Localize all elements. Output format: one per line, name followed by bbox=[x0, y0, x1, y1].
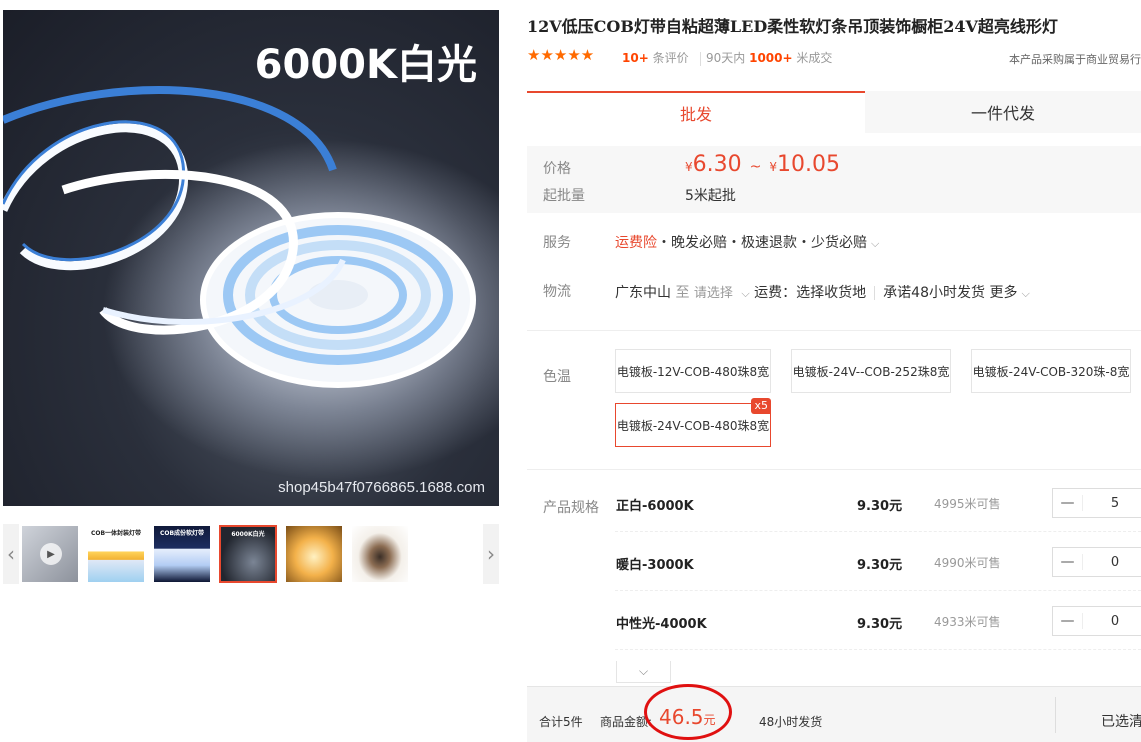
quantity-stepper[interactable]: — 5 bbox=[1052, 488, 1141, 518]
spec-row: 暖白-3000K 9.30元 4990米可售 — 0 bbox=[615, 533, 1141, 591]
color-option-4-selected[interactable]: 电镀板-24V-COB-480珠8宽 x5 bbox=[615, 398, 771, 447]
quantity-input[interactable]: 5 bbox=[1083, 496, 1141, 511]
thumbnail-video[interactable]: ▶ bbox=[21, 525, 79, 583]
spec-name: 正白-6000K bbox=[616, 499, 694, 514]
total-count: 合计5件 bbox=[539, 715, 583, 729]
sales-count: 1000+ bbox=[749, 51, 793, 65]
price-max: 10.05 bbox=[777, 152, 840, 177]
review-label: 条评价 bbox=[652, 51, 689, 65]
spec-stock: 4995米可售 bbox=[934, 497, 1001, 511]
thumbnail-strip: ‹ ▶ COB一体封装灯带 COB成份软灯带 6000K白光 › bbox=[3, 524, 499, 584]
quantity-input[interactable]: 0 bbox=[1083, 614, 1141, 629]
divider bbox=[527, 469, 1141, 470]
decrement-button[interactable]: — bbox=[1053, 554, 1083, 570]
tab-wholesale[interactable]: 批发 bbox=[527, 91, 865, 133]
review-count[interactable]: 10+ bbox=[622, 51, 649, 65]
purchase-mode-tabs: 批发 一件代发 bbox=[527, 91, 1141, 133]
star-rating-icon: ★★★★★ bbox=[527, 46, 595, 64]
spec-row: 中性光-4000K 9.30元 4933米可售 — 0 bbox=[615, 592, 1141, 650]
shipping-insurance: 运费险 bbox=[615, 235, 657, 251]
divider bbox=[527, 330, 1141, 331]
color-option-3[interactable]: 电镀板-24V-COB-320珠-8宽 bbox=[971, 349, 1131, 393]
annotation-circle bbox=[644, 684, 732, 740]
play-icon: ▶ bbox=[40, 543, 62, 565]
price-min: 6.30 bbox=[692, 152, 742, 177]
spec-name: 中性光-4000K bbox=[616, 617, 707, 632]
rating-row: ★★★★★ 10+ 条评价 90天内 1000+ 米成交 本产品采购属于商业贸易… bbox=[527, 46, 1141, 67]
ship-promise: 承诺48小时发货 bbox=[883, 285, 985, 301]
service-items[interactable]: 运费险・晚发必赔・极速退款・少货必赔 ⌵ bbox=[615, 232, 879, 252]
price-label: 价格 bbox=[543, 161, 571, 177]
decrement-button[interactable]: — bbox=[1053, 613, 1083, 629]
color-temp-badge: 6000K白光 bbox=[254, 42, 477, 88]
spec-name: 暖白-3000K bbox=[616, 558, 694, 573]
ship-time: 48小时发货 bbox=[759, 715, 823, 729]
chevron-down-icon: ⌵ bbox=[638, 664, 649, 678]
sales-period: 90天内 bbox=[706, 51, 746, 65]
shipping-fee: 运费：选择收货地 bbox=[754, 285, 867, 301]
spec-stock: 4933米可售 bbox=[934, 615, 1001, 629]
price-box: 价格 ¥6.30 ~ ¥10.05 起批量 5米起批 bbox=[527, 146, 1141, 213]
next-thumb-button[interactable]: › bbox=[483, 524, 499, 584]
destination-select[interactable]: 请选择 bbox=[694, 286, 733, 301]
selected-qty-badge: x5 bbox=[751, 398, 771, 414]
thumbnail-3[interactable]: COB成份软灯带 bbox=[153, 525, 211, 583]
chevron-down-icon[interactable]: ⌵ bbox=[1021, 287, 1029, 300]
thumbnail-4-selected[interactable]: 6000K白光 bbox=[219, 525, 277, 583]
service-label: 服务 bbox=[543, 235, 571, 251]
expand-specs-button[interactable]: ⌵ bbox=[616, 661, 671, 683]
spec-price: 9.30元 bbox=[857, 617, 903, 632]
quantity-stepper[interactable]: — 0 bbox=[1052, 547, 1141, 577]
moq-value: 5米起批 bbox=[685, 188, 736, 204]
color-temp-label: 色温 bbox=[543, 369, 571, 385]
thumbnail-2[interactable]: COB一体封装灯带 bbox=[87, 525, 145, 583]
spec-stock: 4990米可售 bbox=[934, 556, 1001, 570]
selected-list-button[interactable]: 已选清单 bbox=[1101, 711, 1141, 731]
spec-row: 正白-6000K 9.30元 4995米可售 — 5 bbox=[615, 474, 1141, 532]
chevron-down-icon[interactable]: ⌵ bbox=[741, 287, 749, 300]
service-row: 服务 运费险・晚发必赔・极速退款・少货必赔 ⌵ bbox=[527, 230, 1141, 252]
moq-label: 起批量 bbox=[543, 188, 585, 204]
price-range: ¥6.30 ~ ¥10.05 bbox=[685, 152, 840, 177]
spec-label: 产品规格 bbox=[543, 500, 599, 516]
chevron-down-icon: ⌵ bbox=[871, 237, 880, 250]
main-product-image[interactable]: 6000K白光 shop45b47f0766865.1688.com bbox=[3, 10, 499, 506]
spec-price: 9.30元 bbox=[857, 499, 903, 514]
logistics-label: 物流 bbox=[543, 284, 571, 300]
quantity-stepper[interactable]: — 0 bbox=[1052, 606, 1141, 636]
logistics-row: 物流 广东中山 至 请选择 ⌵ 运费：选择收货地 承诺48小时发货 更多 ⌵ bbox=[527, 279, 1141, 303]
tab-dropship[interactable]: 一件代发 bbox=[865, 91, 1141, 133]
spec-price: 9.30元 bbox=[857, 558, 903, 573]
quantity-input[interactable]: 0 bbox=[1083, 555, 1141, 570]
more-logistics-link[interactable]: 更多 bbox=[989, 285, 1017, 301]
ship-origin: 广东中山 bbox=[615, 285, 671, 301]
trade-notice: 本产品采购属于商业贸易行 bbox=[1009, 53, 1141, 66]
shop-watermark: shop45b47f0766865.1688.com bbox=[278, 479, 485, 496]
decrement-button[interactable]: — bbox=[1053, 495, 1083, 511]
prev-thumb-button[interactable]: ‹ bbox=[3, 524, 19, 584]
order-summary-bar: 合计5件 商品金额: 46.5元 48小时发货 已选清单 bbox=[527, 686, 1141, 742]
color-option-2[interactable]: 电镀板-24V--COB-252珠8宽 bbox=[791, 349, 951, 393]
color-option-1[interactable]: 电镀板-12V-COB-480珠8宽 bbox=[615, 349, 771, 393]
thumbnail-5[interactable] bbox=[285, 525, 343, 583]
thumbnail-6[interactable] bbox=[351, 525, 409, 583]
sales-unit: 米成交 bbox=[796, 51, 833, 65]
product-title: 12V低压COB灯带自粘超薄LED柔性软灯条吊顶装饰橱柜24V超亮线形灯 bbox=[527, 17, 1058, 36]
